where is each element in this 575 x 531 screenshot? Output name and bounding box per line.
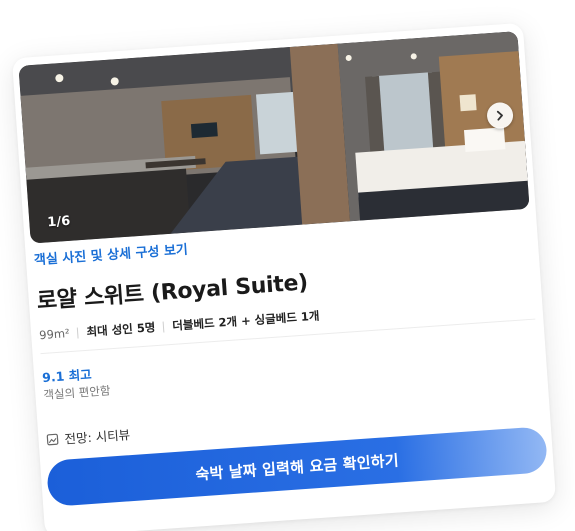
stage: 1/6 객실 사진 및 상세 구성 보기 로얄 스위트 (Royal Suite… xyxy=(0,0,575,531)
rating-score: 9.1 최고 xyxy=(41,366,93,386)
rating-description: 객실의 편안함 xyxy=(42,383,111,403)
room-photo-carousel[interactable]: 1/6 xyxy=(18,31,530,244)
spec-divider xyxy=(77,326,79,339)
spec-divider xyxy=(162,320,165,333)
room-beds: 더블베드 2개 + 싱글베드 1개 xyxy=(171,308,320,333)
room-photo xyxy=(18,31,530,244)
room-view-label: 전망: 시티뷰 xyxy=(64,427,131,447)
room-title: 로얄 스위트 (Royal Suite) xyxy=(36,270,309,315)
chevron-right-icon xyxy=(496,110,503,121)
room-capacity: 최대 성인 5명 xyxy=(86,320,156,339)
view-icon xyxy=(46,433,59,446)
photo-counter: 1/6 xyxy=(46,213,71,231)
room-photo-details-link[interactable]: 객실 사진 및 상세 구성 보기 xyxy=(33,239,189,269)
room-card: 1/6 객실 사진 및 상세 구성 보기 로얄 스위트 (Royal Suite… xyxy=(11,22,557,531)
room-specs: 99m² 최대 성인 5명 더블베드 2개 + 싱글베드 1개 xyxy=(39,308,320,344)
room-area: 99m² xyxy=(38,326,71,343)
room-view: 전망: 시티뷰 xyxy=(46,424,131,449)
